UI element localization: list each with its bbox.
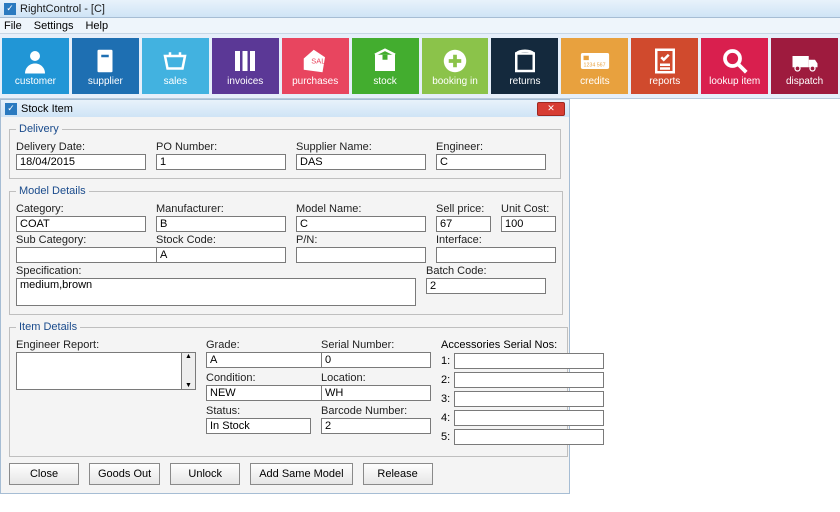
- toolbar-purchases[interactable]: SALEpurchases: [282, 38, 349, 94]
- menubar: File Settings Help: [0, 18, 840, 34]
- stock-item-form: Delivery Delivery Date: PO Number: Suppl…: [0, 117, 570, 494]
- release-button[interactable]: Release: [363, 463, 433, 485]
- location-input[interactable]: [321, 385, 431, 401]
- toolbar-returns[interactable]: returns: [491, 38, 558, 94]
- menu-settings[interactable]: Settings: [34, 20, 74, 32]
- child-window-title: Stock Item: [21, 103, 73, 115]
- po-number-input[interactable]: [156, 154, 286, 170]
- menu-file[interactable]: File: [4, 20, 22, 32]
- svg-text:SALE: SALE: [311, 56, 330, 65]
- engineer-report-input[interactable]: [16, 352, 182, 390]
- menu-help[interactable]: Help: [85, 20, 108, 32]
- model-details-group: Model Details Category: Manufacturer: Mo…: [9, 185, 563, 315]
- credits-icon: 1234 567: [580, 46, 610, 76]
- toolbar-dispatch[interactable]: dispatch: [771, 38, 838, 94]
- lookup-icon: [720, 46, 750, 76]
- purchases-icon: SALE: [300, 46, 330, 76]
- invoices-icon: [230, 46, 260, 76]
- child-window-icon: ✓: [5, 103, 17, 115]
- toolbar-invoices[interactable]: invoices: [212, 38, 279, 94]
- serial-number-input[interactable]: [321, 352, 431, 368]
- customer-icon: [20, 46, 50, 76]
- goods-out-button[interactable]: Goods Out: [89, 463, 160, 485]
- barcode-number-input[interactable]: [321, 418, 431, 434]
- svg-text:1234 567: 1234 567: [583, 62, 605, 68]
- supplier-name-input[interactable]: [296, 154, 426, 170]
- sales-icon: [160, 46, 190, 76]
- accessory-2-input[interactable]: [454, 372, 604, 388]
- window-titlebar: ✓ RightControl - [C]: [0, 0, 840, 18]
- stock-icon: [370, 46, 400, 76]
- toolbar-customer[interactable]: customer: [2, 38, 69, 94]
- pn-input[interactable]: [296, 247, 426, 263]
- main-toolbar: customer supplier sales invoices SALEpur…: [0, 34, 840, 99]
- toolbar-booking[interactable]: booking in: [422, 38, 489, 94]
- app-icon: ✓: [4, 3, 16, 15]
- window-title: RightControl - [C]: [20, 3, 105, 15]
- status-input[interactable]: [206, 418, 311, 434]
- accessory-4-input[interactable]: [454, 410, 604, 426]
- scrollbar[interactable]: ▲▼: [182, 352, 196, 390]
- accessory-3-input[interactable]: [454, 391, 604, 407]
- accessory-5-input[interactable]: [454, 429, 604, 445]
- stock-code-input[interactable]: [156, 247, 286, 263]
- toolbar-lookup[interactable]: lookup item: [701, 38, 768, 94]
- interface-input[interactable]: [436, 247, 556, 263]
- delivery-group: Delivery Delivery Date: PO Number: Suppl…: [9, 123, 561, 179]
- sub-category-select[interactable]: [16, 247, 166, 263]
- toolbar-reports[interactable]: reports: [631, 38, 698, 94]
- manufacturer-input[interactable]: [156, 216, 286, 232]
- specification-input[interactable]: [16, 278, 416, 306]
- unit-cost-input[interactable]: [501, 216, 556, 232]
- dispatch-icon: [790, 46, 820, 76]
- accessory-1-input[interactable]: [454, 353, 604, 369]
- booking-icon: [440, 46, 470, 76]
- engineer-input[interactable]: [436, 154, 546, 170]
- toolbar-stock[interactable]: stock: [352, 38, 419, 94]
- supplier-icon: [90, 46, 120, 76]
- batch-code-input[interactable]: [426, 278, 546, 294]
- reports-icon: [650, 46, 680, 76]
- add-same-model-button[interactable]: Add Same Model: [250, 463, 352, 485]
- close-button[interactable]: Close: [9, 463, 79, 485]
- sell-price-input[interactable]: [436, 216, 491, 232]
- delivery-date-input[interactable]: [16, 154, 146, 170]
- toolbar-sales[interactable]: sales: [142, 38, 209, 94]
- category-input[interactable]: [16, 216, 146, 232]
- returns-icon: [510, 46, 540, 76]
- model-name-input[interactable]: [296, 216, 426, 232]
- unlock-button[interactable]: Unlock: [170, 463, 240, 485]
- close-icon[interactable]: ✕: [537, 102, 565, 116]
- item-details-group: Item Details Engineer Report: ▲▼ Grade:▼…: [9, 321, 568, 457]
- toolbar-credits[interactable]: 1234 567credits: [561, 38, 628, 94]
- child-window-header: ✓ Stock Item ✕: [0, 99, 570, 117]
- toolbar-supplier[interactable]: supplier: [72, 38, 139, 94]
